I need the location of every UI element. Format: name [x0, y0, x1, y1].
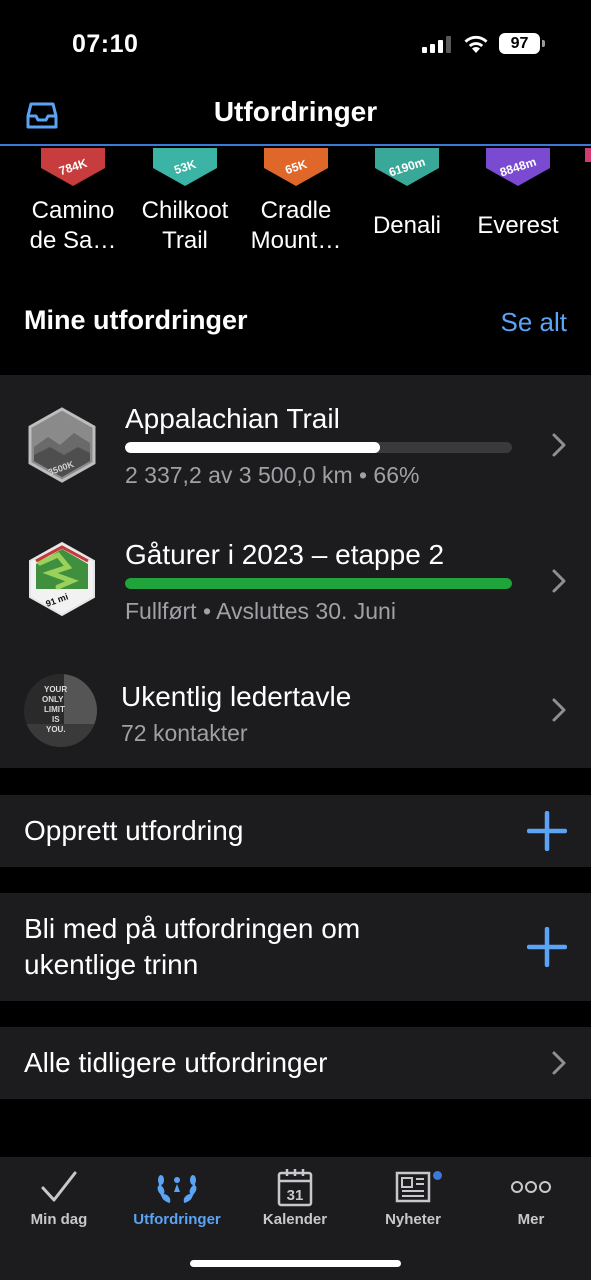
chevron-right-icon — [552, 569, 566, 593]
progress-fill — [125, 442, 381, 453]
chevron-right-icon — [552, 433, 566, 457]
notification-dot — [433, 1171, 442, 1180]
badge-name: Cradle Mount… — [250, 197, 342, 254]
tab-mer[interactable]: Mer — [472, 1165, 590, 1228]
progress-bar — [125, 578, 512, 589]
leaderboard-row[interactable]: YOUR ONLY LIMIT IS YOU. Ukentlig lederta… — [0, 649, 591, 768]
challenge-badge-camino[interactable]: 784K Camino de Sa… — [18, 148, 128, 256]
chevron-right-icon — [552, 1051, 566, 1075]
avatar-line: IS — [52, 715, 60, 724]
challenge-badge-chilkoot[interactable]: 53K Chilkoot Trail — [130, 148, 240, 256]
progress-bar — [125, 442, 512, 453]
tab-label: Min dag — [30, 1211, 88, 1228]
tab-kalender[interactable]: 31 Kalender — [236, 1165, 354, 1228]
leaderboard-avatar: YOUR ONLY LIMIT IS YOU. — [24, 674, 97, 747]
plus-icon[interactable] — [527, 927, 567, 967]
carousel-edge-badge — [585, 148, 591, 162]
challenge-title: Appalachian Trail — [125, 403, 340, 434]
challenge-progress-text: 2 337,2 av 3 500,0 km • 66% — [125, 462, 420, 488]
challenge-badge-cradle[interactable]: 65K Cradle Mount… — [241, 148, 351, 256]
wifi-icon — [464, 35, 488, 53]
leaderboard-title: Ukentlig ledertavle — [121, 681, 352, 712]
tab-label: Kalender — [262, 1211, 328, 1228]
badge-name: Chilkoot Trail — [141, 197, 229, 254]
tab-label: Utfordringer — [133, 1211, 221, 1228]
more-icon — [511, 1181, 551, 1193]
calendar-icon: 31 — [277, 1169, 313, 1207]
calendar-day: 31 — [287, 1187, 304, 1204]
badge-name: Camino de Sa… — [29, 197, 117, 254]
cellular-signal-icon — [422, 36, 451, 53]
section-title: Mine utfordringer — [24, 305, 248, 335]
past-challenges-label: Alle tidligere utfordringer — [24, 1047, 328, 1078]
gaturer-badge-icon: 91 mi — [29, 541, 95, 617]
challenge-status-text: Fullført • Avsluttes 30. Juni — [125, 598, 396, 624]
challenge-row-gaturer[interactable]: 91 mi Gåturer i 2023 – etappe 2 Fullført… — [0, 511, 591, 649]
status-bar: 07:10 97 — [0, 0, 591, 88]
check-icon — [41, 1171, 77, 1202]
tab-utfordringer[interactable]: Utfordringer — [118, 1165, 236, 1228]
see-all-link[interactable]: Se alt — [501, 307, 568, 338]
create-challenge-label: Opprett utfordring — [24, 815, 244, 846]
challenge-carousel[interactable]: 784K Camino de Sa… 53K Chilkoot Trail 65… — [0, 148, 591, 268]
tab-min-dag[interactable]: Min dag — [0, 1165, 118, 1228]
challenge-title: Gåturer i 2023 – etappe 2 — [125, 539, 445, 570]
newspaper-icon — [395, 1171, 431, 1203]
progress-fill — [125, 578, 512, 589]
home-indicator — [190, 1260, 401, 1267]
status-time: 07:10 — [72, 30, 139, 58]
chevron-right-icon — [552, 698, 566, 722]
appalachian-badge-icon: 3500K — [28, 407, 96, 483]
past-challenges-row[interactable]: Alle tidligere utfordringer — [0, 1027, 591, 1099]
avatar-line: YOU. — [46, 725, 66, 734]
leaderboard-contacts: 72 kontakter — [121, 720, 248, 746]
challenge-row-appalachian[interactable]: 3500K Appalachian Trail 2 337,2 av 3 500… — [0, 375, 591, 511]
tab-label: Nyheter — [385, 1211, 441, 1228]
tab-label: Mer — [517, 1211, 545, 1228]
tab-nyheter[interactable]: Nyheter — [354, 1165, 472, 1228]
join-weekly-steps-row[interactable]: Bli med på utfordringen om ukentlige tri… — [0, 893, 591, 1001]
avatar-line: LIMIT — [44, 705, 65, 714]
challenge-badge-everest[interactable]: 8848m Everest — [463, 148, 573, 241]
avatar-line: ONLY — [42, 695, 64, 704]
my-challenges-card: 3500K Appalachian Trail 2 337,2 av 3 500… — [0, 375, 591, 768]
create-challenge-row[interactable]: Opprett utfordring — [0, 795, 591, 867]
badge-name: Everest — [477, 212, 559, 239]
badge-name: Denali — [372, 212, 442, 239]
plus-icon[interactable] — [527, 811, 567, 851]
avatar-line: YOUR — [44, 685, 67, 694]
nav-header: Utfordringer — [0, 88, 591, 146]
battery-indicator: 97 — [499, 33, 545, 54]
laurel-icon — [157, 1175, 197, 1204]
join-weekly-steps-label: Bli med på utfordringen om ukentlige tri… — [24, 913, 361, 980]
page-title: Utfordringer — [213, 96, 378, 127]
challenge-badge-denali[interactable]: 6190m Denali — [352, 148, 462, 241]
